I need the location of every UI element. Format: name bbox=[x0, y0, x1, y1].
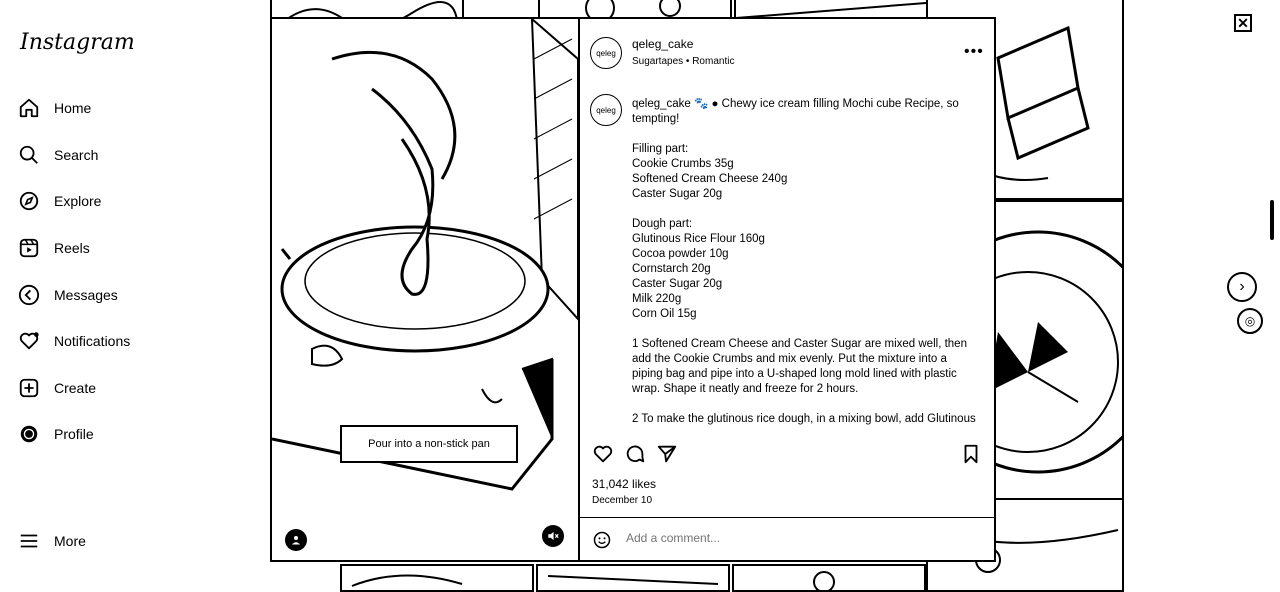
tagged-user-button[interactable] bbox=[285, 529, 307, 551]
reels-icon bbox=[18, 237, 40, 259]
post-caption: qeleg_cake 🐾 ● Chewy ice cream filling M… bbox=[632, 97, 976, 427]
nav-label: Search bbox=[54, 147, 99, 163]
menu-icon bbox=[18, 530, 40, 552]
mute-button[interactable] bbox=[542, 525, 564, 547]
feed-thumbnail[interactable] bbox=[536, 564, 730, 592]
comment-input[interactable] bbox=[624, 530, 928, 546]
caption-avatar[interactable]: qeleg bbox=[590, 94, 622, 126]
feed-thumbnail[interactable] bbox=[340, 564, 534, 592]
post-header: qeleg qeleg_cake Sugartapes • Romantic •… bbox=[578, 19, 994, 83]
sidebar-nav: Instagram Home Search Explore Reels Mess… bbox=[0, 0, 245, 580]
plus-square-icon bbox=[18, 377, 40, 399]
nav-label: Profile bbox=[54, 426, 94, 442]
volume-muted-icon bbox=[548, 531, 559, 541]
video-frame bbox=[272, 19, 578, 491]
messages-icon bbox=[18, 284, 40, 306]
nav-item-create[interactable]: Create bbox=[18, 377, 96, 399]
comment-icon bbox=[626, 445, 645, 463]
heart-icon bbox=[593, 445, 613, 463]
nav-item-explore[interactable]: Explore bbox=[18, 190, 101, 212]
caption-text: 🐾 ● Chewy ice cream filling Mochi cube R… bbox=[632, 98, 976, 425]
send-icon bbox=[657, 445, 677, 463]
post-modal: Pour into a non-stick pan qeleg qeleg_ca… bbox=[270, 17, 996, 562]
feed-thumbnail[interactable] bbox=[732, 564, 926, 592]
like-button[interactable] bbox=[592, 443, 614, 465]
nav-label: Notifications bbox=[54, 333, 131, 349]
search-icon bbox=[18, 144, 40, 166]
profile-icon bbox=[18, 423, 40, 445]
nav-item-messages[interactable]: Messages bbox=[18, 284, 118, 306]
user-icon bbox=[292, 536, 300, 545]
nav-item-notifications[interactable]: Notifications bbox=[18, 330, 130, 352]
instagram-logo[interactable]: Instagram bbox=[20, 30, 135, 55]
avatar-text: qeleg bbox=[596, 48, 616, 58]
avatar-icon: ◎ bbox=[1244, 314, 1256, 328]
nav-label: Create bbox=[54, 380, 97, 396]
chevron-right-icon: › bbox=[1239, 278, 1245, 295]
nav-item-more[interactable]: More bbox=[18, 530, 86, 552]
nav-label: Reels bbox=[54, 240, 90, 256]
post-details-panel: qeleg qeleg_cake Sugartapes • Romantic •… bbox=[578, 19, 994, 560]
nav-item-profile[interactable]: Profile bbox=[18, 423, 94, 445]
smiley-icon bbox=[593, 531, 611, 549]
caption-username[interactable]: qeleg_cake bbox=[632, 98, 691, 110]
comment-bar bbox=[578, 517, 994, 561]
post-media[interactable]: Pour into a non-stick pan bbox=[272, 19, 580, 560]
close-icon: ✕ bbox=[1237, 14, 1249, 31]
next-post-button[interactable]: › bbox=[1227, 272, 1257, 302]
bookmark-icon bbox=[964, 444, 978, 464]
nav-item-home[interactable]: Home bbox=[18, 97, 91, 119]
like-count[interactable]: 31,042 likes bbox=[592, 477, 656, 491]
comment-button[interactable] bbox=[624, 443, 646, 465]
feed-avatar[interactable]: ◎ bbox=[1237, 308, 1263, 334]
nav-label: More bbox=[54, 533, 86, 549]
nav-label: Explore bbox=[54, 193, 102, 209]
heart-icon bbox=[18, 330, 40, 352]
post-date: December 10 bbox=[592, 495, 653, 506]
share-button[interactable] bbox=[656, 443, 678, 465]
post-actions bbox=[592, 443, 984, 471]
page-scrollbar[interactable] bbox=[1270, 200, 1274, 240]
nav-item-reels[interactable]: Reels bbox=[18, 237, 90, 259]
media-caption-overlay: Pour into a non-stick pan bbox=[340, 425, 518, 463]
author-avatar[interactable]: qeleg bbox=[590, 37, 622, 69]
emoji-button[interactable] bbox=[592, 530, 612, 550]
nav-label: Messages bbox=[54, 287, 118, 303]
audio-track[interactable]: Sugartapes • Romantic bbox=[632, 56, 734, 67]
close-button[interactable]: ✕ bbox=[1234, 14, 1252, 32]
save-button[interactable] bbox=[960, 443, 982, 465]
nav-item-search[interactable]: Search bbox=[18, 144, 98, 166]
nav-label: Home bbox=[54, 100, 92, 116]
avatar-text: qeleg bbox=[596, 105, 616, 115]
more-options-button[interactable]: ••• bbox=[964, 43, 984, 61]
author-username[interactable]: qeleg_cake bbox=[632, 37, 693, 51]
more-dots-icon: ••• bbox=[964, 43, 984, 60]
compass-icon bbox=[18, 190, 40, 212]
home-icon bbox=[18, 97, 40, 119]
